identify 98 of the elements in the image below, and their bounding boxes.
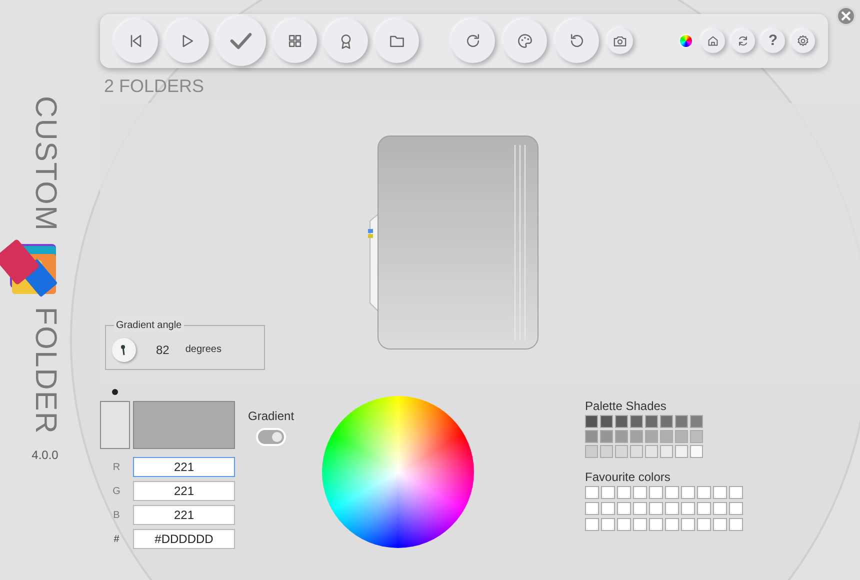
color-swatch[interactable]: [645, 415, 658, 428]
color-swatch[interactable]: [665, 518, 680, 531]
color-swatch[interactable]: [729, 502, 744, 515]
section-title: Favourite colors: [585, 469, 672, 486]
color-swatch[interactable]: [617, 518, 632, 531]
refresh-button[interactable]: [731, 29, 755, 53]
redo-button[interactable]: [451, 19, 495, 63]
refresh-icon: [736, 34, 750, 48]
palette-button[interactable]: [503, 19, 547, 63]
color-swatch[interactable]: [697, 502, 712, 515]
folder-count-heading: 2 FOLDERS: [103, 75, 206, 98]
color-swatch[interactable]: [660, 445, 674, 458]
gear-button[interactable]: [791, 29, 815, 53]
color-swatch[interactable]: [585, 518, 600, 531]
color-swatch[interactable]: [617, 502, 632, 515]
color-swatch[interactable]: [585, 486, 600, 499]
color-swatch[interactable]: [660, 430, 674, 443]
color-swatch[interactable]: [133, 401, 235, 449]
color-swatch[interactable]: [600, 445, 614, 458]
color-swatch[interactable]: [690, 415, 704, 428]
color-swatch[interactable]: [665, 502, 680, 515]
color-swatch[interactable]: [585, 415, 598, 428]
color-swatch[interactable]: [681, 486, 696, 499]
color-swatch[interactable]: [713, 502, 728, 515]
color-swatch[interactable]: [690, 430, 704, 443]
color-swatch[interactable]: [633, 486, 648, 499]
color-swatch[interactable]: [601, 518, 616, 531]
color-swatch[interactable]: [600, 430, 614, 443]
group-legend: Gradient angle: [114, 318, 184, 333]
color-swatch[interactable]: [630, 445, 644, 458]
color-swatch[interactable]: [675, 430, 688, 443]
color-swatch[interactable]: [649, 502, 664, 515]
color-value-field[interactable]: 221: [133, 457, 235, 477]
section-title: Palette Shades: [585, 398, 668, 415]
play-button[interactable]: [165, 19, 209, 63]
color-swatch[interactable]: [681, 518, 696, 531]
field-label: B: [112, 508, 121, 522]
color-swatch[interactable]: [660, 415, 674, 428]
field-label: G: [112, 484, 122, 498]
undo-icon: [568, 32, 586, 50]
color-swatch[interactable]: [697, 518, 712, 531]
color-value-field[interactable]: 221: [133, 481, 235, 501]
angle-dial[interactable]: [112, 338, 136, 362]
color-swatch[interactable]: [585, 430, 598, 443]
color-swatch[interactable]: [585, 445, 598, 458]
color-swatch[interactable]: [697, 486, 712, 499]
home-icon: [706, 34, 720, 48]
close-icon: [841, 11, 851, 21]
color-swatch[interactable]: [713, 486, 728, 499]
app-title: CUSTOM FOLDER: [30, 96, 60, 434]
grid-button[interactable]: [273, 19, 317, 63]
undo-button[interactable]: [555, 19, 599, 63]
close-button[interactable]: [836, 6, 856, 26]
color-swatch[interactable]: [630, 430, 644, 443]
color-swatch[interactable]: [665, 486, 680, 499]
color-swatch[interactable]: [617, 486, 632, 499]
color-swatch[interactable]: [601, 502, 616, 515]
gear-icon: [796, 34, 810, 48]
color-swatch[interactable]: [675, 445, 688, 458]
color-swatch[interactable]: [729, 518, 744, 531]
camera-button[interactable]: [607, 28, 633, 54]
field-label: R: [112, 460, 122, 474]
color-swatch[interactable]: [690, 445, 704, 458]
field-label: #: [112, 532, 120, 546]
home-button[interactable]: [701, 29, 725, 53]
check-button[interactable]: [216, 16, 266, 66]
color-swatch[interactable]: [601, 486, 616, 499]
folder-button[interactable]: [375, 19, 419, 63]
color-swatch[interactable]: [630, 415, 644, 428]
color-swatch[interactable]: [633, 502, 648, 515]
angle-unit: degrees: [185, 343, 222, 357]
help-button[interactable]: ?: [761, 29, 785, 53]
color-swatch[interactable]: [729, 486, 744, 499]
gradient-label: Gradient: [248, 408, 294, 425]
color-swatch[interactable]: [681, 502, 696, 515]
award-button[interactable]: [324, 19, 368, 63]
color-swatch[interactable]: [645, 430, 658, 443]
color-wheel-icon: [679, 34, 693, 48]
color-swatch[interactable]: [713, 518, 728, 531]
grid-icon: [286, 32, 304, 50]
skip-back-button[interactable]: [114, 19, 158, 63]
palette-icon: [516, 32, 534, 50]
color-swatch[interactable]: [645, 445, 658, 458]
color-value-field[interactable]: 221: [133, 505, 235, 525]
color-swatch[interactable]: [649, 518, 664, 531]
version-label: 4.0.0: [32, 447, 58, 464]
color-swatch[interactable]: [585, 502, 600, 515]
color-swatch[interactable]: [600, 415, 614, 428]
color-swatch[interactable]: [615, 415, 628, 428]
color-swatch[interactable]: [615, 445, 628, 458]
angle-value: 82: [156, 342, 170, 358]
color-swatch[interactable]: [615, 430, 628, 443]
color-swatch[interactable]: [633, 518, 648, 531]
redo-icon: [464, 32, 482, 50]
color-value-field[interactable]: #DDDDDD: [133, 529, 235, 549]
color-swatch[interactable]: [675, 415, 688, 428]
color-swatch[interactable]: [100, 401, 130, 449]
color-swatch[interactable]: [649, 486, 664, 499]
